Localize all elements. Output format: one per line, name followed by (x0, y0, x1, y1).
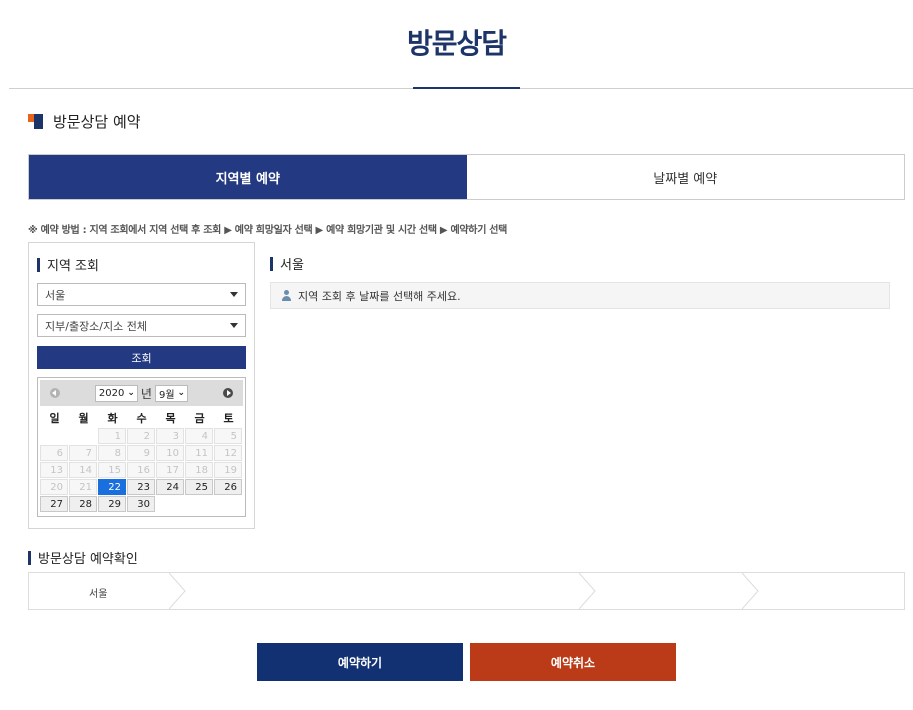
calendar-day: 7 (69, 445, 97, 461)
month-select[interactable]: 9월 ⌄ (154, 384, 189, 402)
calendar-day: 15 (98, 462, 126, 478)
calendar-empty-cell (40, 428, 68, 444)
weekday-label: 일 (49, 412, 60, 425)
calendar-day: 9 (127, 445, 155, 461)
prev-month-icon[interactable] (50, 388, 60, 398)
region-search-heading: 지역 조회 (37, 255, 99, 274)
year-select[interactable]: 2020 ⌄ (94, 384, 138, 402)
caret-down-icon (230, 323, 238, 328)
reservation-summary-steps: 서울 (28, 572, 905, 610)
calendar-empty-cell (185, 496, 213, 512)
confirm-heading: 방문상담 예약확인 (28, 548, 138, 567)
calendar-day[interactable]: 27 (40, 496, 68, 512)
calendar-day[interactable]: 24 (156, 479, 184, 495)
calendar-day-selected[interactable]: 22 (98, 479, 126, 495)
heading-bar (28, 550, 31, 565)
calendar-day: 18 (185, 462, 213, 478)
calendar-day[interactable]: 30 (127, 496, 155, 512)
tab-date-reservation[interactable]: 날짜별 예약 (466, 155, 904, 199)
reservation-tabs: 지역별 예약 날짜별 예약 (28, 154, 905, 200)
date-picker-calendar: 2020 ⌄ 년 9월 ⌄ 일 월 화 수 목 금 토 1 2 3 4 5 6 7 8 9 10 11 12 13 14 15… (37, 377, 246, 517)
title-accent-line (413, 87, 520, 89)
person-icon (281, 290, 292, 301)
calendar-empty-cell (69, 428, 97, 444)
calendar-day: 19 (214, 462, 242, 478)
calendar-empty-cell (156, 496, 184, 512)
year-unit: 년 (140, 386, 152, 401)
confirm-title: 방문상담 예약확인 (38, 552, 138, 567)
calendar-day: 5 (214, 428, 242, 444)
calendar-day: 11 (185, 445, 213, 461)
calendar-day: 8 (98, 445, 126, 461)
region-select-value: 서울 (45, 288, 66, 302)
calendar-day[interactable]: 25 (185, 479, 213, 495)
calendar-header: 2020 ⌄ 년 9월 ⌄ (40, 380, 243, 406)
calendar-empty-cell (214, 496, 242, 512)
tab-region-reservation[interactable]: 지역별 예약 (29, 155, 467, 199)
calendar-day[interactable]: 29 (98, 496, 126, 512)
notice-text: 지역 조회 후 날짜를 선택해 주세요. (298, 289, 461, 303)
region-search-panel: 지역 조회 서울 지부/출장소/지소 전체 조회 2020 ⌄ 년 9월 ⌄ 일월화… (28, 242, 255, 529)
heading-bar (270, 256, 273, 271)
calendar-day: 6 (40, 445, 68, 461)
calendar-day[interactable]: 23 (127, 479, 155, 495)
result-notice: 지역 조회 후 날짜를 선택해 주세요. (270, 282, 890, 309)
section-header: 방문상담 예약 (28, 111, 141, 132)
step-region-value: 서울 (89, 589, 108, 600)
calendar-day: 3 (156, 428, 184, 444)
search-button[interactable]: 조회 (37, 346, 246, 369)
calendar-day[interactable]: 26 (214, 479, 242, 495)
chevron-down-icon: ⌄ (177, 388, 186, 398)
calendar-day: 2 (127, 428, 155, 444)
section-title: 방문상담 예약 (53, 113, 141, 131)
calendar-grid: 일 월 화 수 목 금 토 1 2 3 4 5 6 7 8 9 10 11 12 13 14 15 16 17 18 19 20 21… (40, 408, 243, 513)
section-square-icon (28, 114, 43, 129)
weekday-label: 목 (165, 412, 176, 425)
chevron-down-icon: ⌄ (127, 388, 135, 398)
calendar-day: 16 (127, 462, 155, 478)
calendar-day: 14 (69, 462, 97, 478)
caret-down-icon (230, 292, 238, 297)
year-value: 2020 (98, 387, 125, 399)
reservation-method-text: ※ 예약 방법 : 지역 조회에서 지역 선택 후 조회 ▶ 예약 희망일자 선… (28, 225, 508, 236)
weekday-label: 수 (136, 412, 147, 425)
calendar-day: 17 (156, 462, 184, 478)
step-chevron-icon (169, 573, 186, 609)
calendar-day: 10 (156, 445, 184, 461)
weekday-label: 금 (194, 412, 205, 425)
calendar-day: 20 (40, 479, 68, 495)
weekday-label: 화 (107, 412, 118, 425)
next-month-icon[interactable] (223, 388, 233, 398)
page-title: 방문상담 (406, 27, 507, 60)
weekday-label: 토 (223, 412, 234, 425)
step-chevron-icon (742, 573, 759, 609)
calendar-day: 21 (69, 479, 97, 495)
month-value: 9월 (158, 389, 175, 401)
result-region-title: 서울 (280, 258, 304, 273)
region-search-title: 지역 조회 (47, 259, 99, 274)
step-chevron-icon (579, 573, 596, 609)
heading-bar (37, 257, 40, 272)
result-region-heading: 서울 (270, 254, 304, 273)
weekday-label: 월 (78, 412, 89, 425)
calendar-day[interactable]: 28 (69, 496, 97, 512)
reserve-button[interactable]: 예약하기 (257, 643, 463, 681)
calendar-day: 12 (214, 445, 242, 461)
calendar-day: 4 (185, 428, 213, 444)
cancel-reservation-button[interactable]: 예약취소 (470, 643, 676, 681)
region-select[interactable]: 서울 (37, 283, 246, 306)
calendar-day: 1 (98, 428, 126, 444)
calendar-day: 13 (40, 462, 68, 478)
branch-select[interactable]: 지부/출장소/지소 전체 (37, 314, 246, 337)
branch-select-value: 지부/출장소/지소 전체 (45, 319, 147, 333)
